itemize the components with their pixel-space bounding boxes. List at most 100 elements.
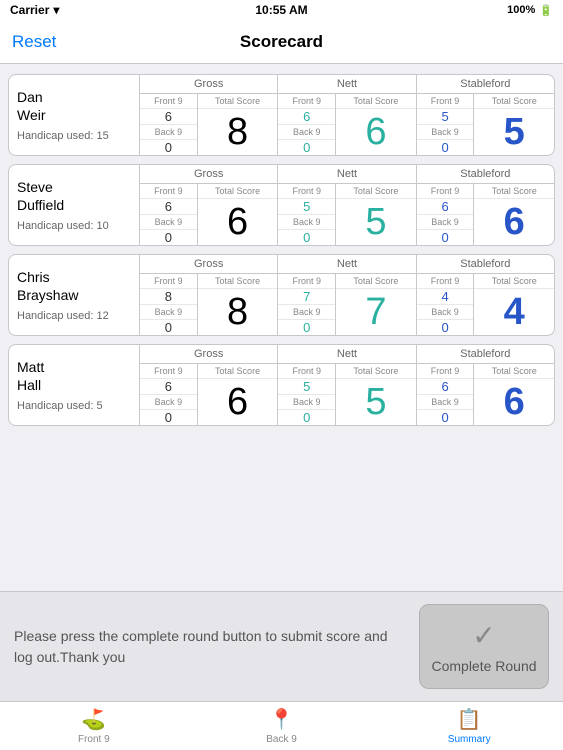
gross-total-val-4: 6 bbox=[198, 379, 278, 425]
nett-front9-val-1: 6 bbox=[278, 109, 335, 125]
scores-section-3: Gross Front 9 8 Back 9 0 Total Score 8 bbox=[139, 255, 554, 335]
tab-bar: ⛳ Front 9 📍 Back 9 📋 Summary bbox=[0, 701, 563, 750]
battery-text: 100% bbox=[507, 4, 535, 16]
stableford-front9-label-1: Front 9 bbox=[417, 94, 474, 109]
nett-total-val-4: 5 bbox=[336, 379, 416, 425]
gross-front9-label-2: Front 9 bbox=[140, 184, 197, 199]
complete-round-label: Complete Round bbox=[431, 658, 536, 674]
stableford-group-1: Stableford Front 9 5 Back 9 0 Total Scor… bbox=[416, 75, 554, 155]
nett-back9-label-2: Back 9 bbox=[278, 215, 335, 230]
nett-front9-val-4: 5 bbox=[278, 379, 335, 395]
gross-total-val-1: 8 bbox=[198, 109, 278, 155]
player-card-2: SteveDuffield Handicap used: 10 Gross Fr… bbox=[8, 164, 555, 246]
checkmark-icon: ✓ bbox=[472, 619, 495, 652]
nett-front9-val-2: 5 bbox=[278, 199, 335, 215]
tab-label-front9: Front 9 bbox=[78, 734, 110, 745]
stableford-back9-val-2: 0 bbox=[417, 230, 474, 245]
stableford-total-label-2: Total Score bbox=[474, 184, 554, 199]
status-left: Carrier ▾ bbox=[10, 3, 59, 17]
nett-total-label-4: Total Score bbox=[336, 364, 416, 379]
gross-back9-val-3: 0 bbox=[140, 320, 197, 335]
tab-summary[interactable]: 📋 Summary bbox=[375, 702, 563, 750]
nett-total-val-1: 6 bbox=[336, 109, 416, 155]
page-title: Scorecard bbox=[240, 32, 323, 52]
carrier-text: Carrier bbox=[10, 3, 49, 17]
nav-bar: Reset Scorecard bbox=[0, 20, 563, 64]
nett-group-3: Nett Front 9 7 Back 9 0 Total Score 7 bbox=[277, 255, 415, 335]
stableford-front9-val-3: 4 bbox=[417, 289, 474, 305]
tab-back9[interactable]: 📍 Back 9 bbox=[188, 702, 376, 750]
player-info-1: DanWeir Handicap used: 15 bbox=[9, 75, 139, 155]
gross-total-label-2: Total Score bbox=[198, 184, 278, 199]
reset-button[interactable]: Reset bbox=[12, 32, 56, 52]
gross-total-label-1: Total Score bbox=[198, 94, 278, 109]
player-name-3: ChrisBrayshaw bbox=[17, 268, 131, 304]
nett-header-4: Nett bbox=[278, 345, 415, 364]
wifi-icon: ▾ bbox=[53, 3, 59, 17]
gross-total-val-2: 6 bbox=[198, 199, 278, 245]
stableford-back9-label-2: Back 9 bbox=[417, 215, 474, 230]
stableford-header-4: Stableford bbox=[417, 345, 554, 364]
player-handicap-4: Handicap used: 5 bbox=[17, 400, 131, 412]
nett-back9-val-1: 0 bbox=[278, 140, 335, 155]
stableford-group-3: Stableford Front 9 4 Back 9 0 Total Scor… bbox=[416, 255, 554, 335]
bottom-section: Please press the complete round button t… bbox=[0, 591, 563, 701]
tab-icon-back9: 📍 bbox=[269, 707, 294, 732]
nett-total-label-1: Total Score bbox=[336, 94, 416, 109]
nett-front9-val-3: 7 bbox=[278, 289, 335, 305]
tab-front9[interactable]: ⛳ Front 9 bbox=[0, 702, 188, 750]
scores-section-2: Gross Front 9 6 Back 9 0 Total Score 6 bbox=[139, 165, 554, 245]
tab-icon-front9: ⛳ bbox=[81, 707, 106, 732]
stableford-total-label-1: Total Score bbox=[474, 94, 554, 109]
stableford-back9-label-1: Back 9 bbox=[417, 125, 474, 140]
gross-header-3: Gross bbox=[140, 255, 277, 274]
tab-label-summary: Summary bbox=[448, 734, 491, 745]
gross-group-4: Gross Front 9 6 Back 9 0 Total Score 6 bbox=[139, 345, 277, 425]
gross-front9-val-4: 6 bbox=[140, 379, 197, 395]
status-right: 100% 🔋 bbox=[507, 4, 553, 17]
player-card-4: MattHall Handicap used: 5 Gross Front 9 … bbox=[8, 344, 555, 426]
scores-section-4: Gross Front 9 6 Back 9 0 Total Score 6 bbox=[139, 345, 554, 425]
nett-header-2: Nett bbox=[278, 165, 415, 184]
player-info-2: SteveDuffield Handicap used: 10 bbox=[9, 165, 139, 245]
player-name-2: SteveDuffield bbox=[17, 178, 131, 214]
nett-total-val-2: 5 bbox=[336, 199, 416, 245]
stableford-back9-val-3: 0 bbox=[417, 320, 474, 335]
nett-back9-label-1: Back 9 bbox=[278, 125, 335, 140]
stableford-back9-label-4: Back 9 bbox=[417, 395, 474, 410]
gross-back9-label-2: Back 9 bbox=[140, 215, 197, 230]
gross-back9-val-2: 0 bbox=[140, 230, 197, 245]
stableford-back9-label-3: Back 9 bbox=[417, 305, 474, 320]
battery-icon: 🔋 bbox=[539, 4, 553, 17]
bottom-message: Please press the complete round button t… bbox=[14, 626, 407, 668]
player-handicap-1: Handicap used: 15 bbox=[17, 130, 131, 142]
player-info-3: ChrisBrayshaw Handicap used: 12 bbox=[9, 255, 139, 335]
gross-front9-label-1: Front 9 bbox=[140, 94, 197, 109]
tab-icon-summary: 📋 bbox=[457, 707, 482, 732]
stableford-header-1: Stableford bbox=[417, 75, 554, 94]
complete-round-button[interactable]: ✓ Complete Round bbox=[419, 604, 549, 689]
stableford-front9-val-2: 6 bbox=[417, 199, 474, 215]
nett-total-label-2: Total Score bbox=[336, 184, 416, 199]
stableford-group-4: Stableford Front 9 6 Back 9 0 Total Scor… bbox=[416, 345, 554, 425]
gross-front9-label-4: Front 9 bbox=[140, 364, 197, 379]
gross-total-label-4: Total Score bbox=[198, 364, 278, 379]
status-bar: Carrier ▾ 10:55 AM 100% 🔋 bbox=[0, 0, 563, 20]
gross-front9-label-3: Front 9 bbox=[140, 274, 197, 289]
player-name-1: DanWeir bbox=[17, 88, 131, 124]
gross-group-2: Gross Front 9 6 Back 9 0 Total Score 6 bbox=[139, 165, 277, 245]
nett-back9-val-2: 0 bbox=[278, 230, 335, 245]
gross-back9-val-1: 0 bbox=[140, 140, 197, 155]
gross-back9-label-1: Back 9 bbox=[140, 125, 197, 140]
nett-total-val-3: 7 bbox=[336, 289, 416, 335]
gross-group-1: Gross Front 9 6 Back 9 0 Total Score 8 bbox=[139, 75, 277, 155]
nett-header-3: Nett bbox=[278, 255, 415, 274]
main-content: DanWeir Handicap used: 15 Gross Front 9 … bbox=[0, 64, 563, 591]
stableford-header-2: Stableford bbox=[417, 165, 554, 184]
nett-group-1: Nett Front 9 6 Back 9 0 Total Score 6 bbox=[277, 75, 415, 155]
nett-front9-label-3: Front 9 bbox=[278, 274, 335, 289]
nett-header-1: Nett bbox=[278, 75, 415, 94]
stableford-back9-val-1: 0 bbox=[417, 140, 474, 155]
gross-back9-label-3: Back 9 bbox=[140, 305, 197, 320]
nett-total-label-3: Total Score bbox=[336, 274, 416, 289]
